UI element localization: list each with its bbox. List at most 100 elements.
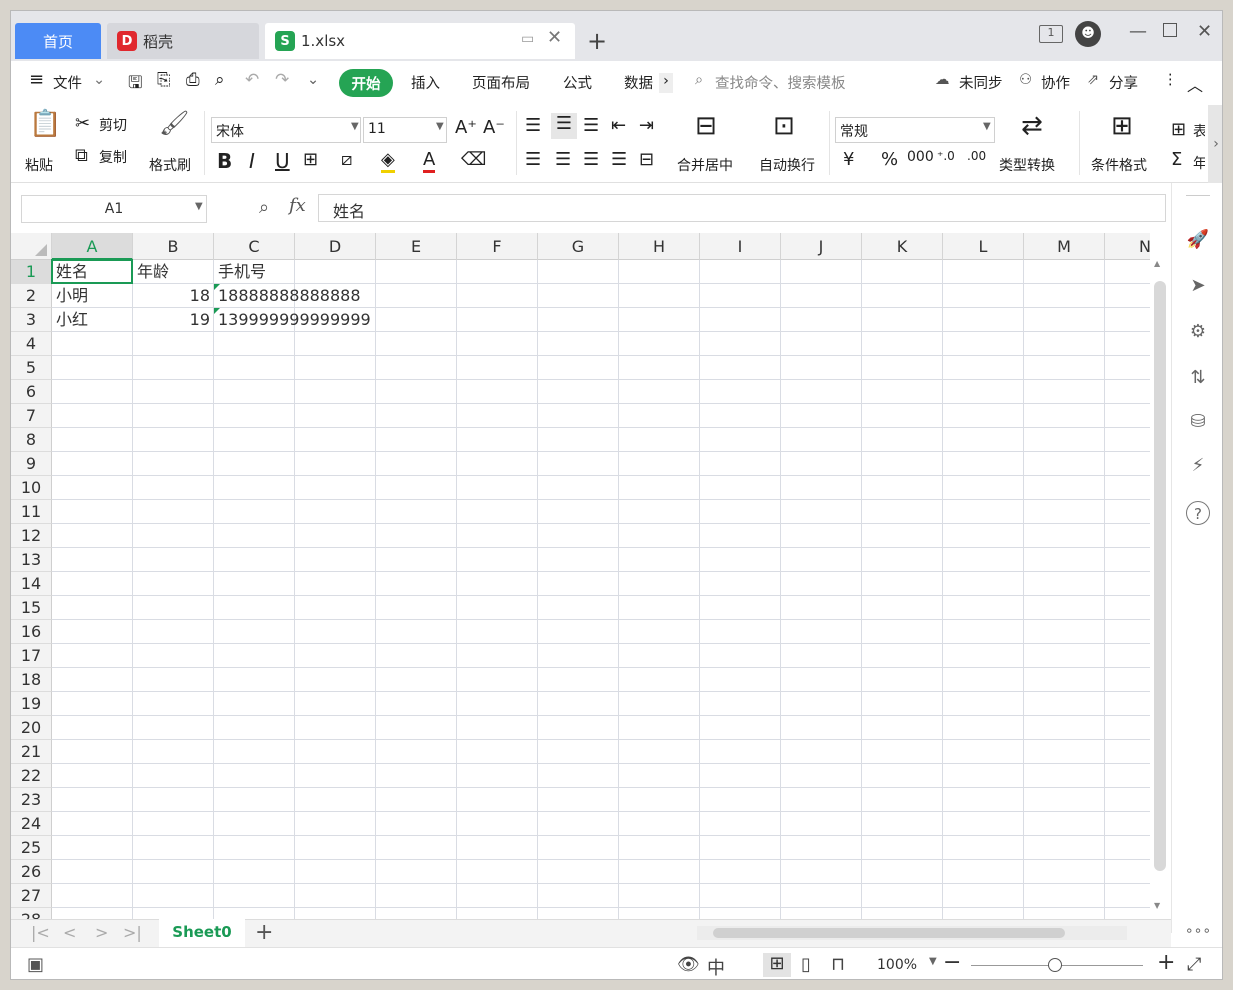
row-header-2[interactable]: 2: [11, 284, 52, 308]
column-header-J[interactable]: J: [781, 233, 862, 260]
border-icon[interactable]: ⊞: [303, 149, 318, 170]
row-header-25[interactable]: 25: [11, 836, 52, 860]
column-header-B[interactable]: B: [133, 233, 214, 260]
cell-B3[interactable]: 19: [133, 308, 210, 332]
cut-button[interactable]: 剪切: [99, 115, 127, 135]
menu-insert[interactable]: 插入: [411, 72, 440, 93]
row-header-19[interactable]: 19: [11, 692, 52, 716]
column-header-K[interactable]: K: [862, 233, 943, 260]
row-header-1[interactable]: 1: [11, 260, 52, 284]
font-name-select[interactable]: 宋体: [211, 117, 361, 143]
hscroll-thumb[interactable]: [713, 928, 1065, 938]
column-header-I[interactable]: I: [700, 233, 781, 260]
row-header-15[interactable]: 15: [11, 596, 52, 620]
shrink-font-icon[interactable]: A⁻: [483, 117, 505, 138]
command-search[interactable]: 查找命令、搜索模板: [715, 72, 846, 93]
increase-decimal-icon[interactable]: ⁺.0: [937, 149, 955, 163]
row-header-20[interactable]: 20: [11, 716, 52, 740]
column-header-D[interactable]: D: [295, 233, 376, 260]
wrap-text-button[interactable]: 自动换行: [759, 155, 815, 175]
help-icon[interactable]: ?: [1186, 501, 1210, 525]
formula-input[interactable]: 姓名: [318, 194, 1166, 222]
page-indicator-icon[interactable]: 1: [1039, 25, 1063, 43]
row-header-23[interactable]: 23: [11, 788, 52, 812]
backup-icon[interactable]: ⛁: [1184, 411, 1212, 439]
column-header-M[interactable]: M: [1024, 233, 1105, 260]
scroll-down-icon[interactable]: ▼: [1154, 901, 1160, 910]
lightning-icon[interactable]: ⚡: [1184, 455, 1212, 483]
print-icon[interactable]: ⎙: [186, 70, 200, 90]
save-icon[interactable]: 🖫: [128, 70, 142, 99]
row-header-28[interactable]: 28: [11, 908, 52, 919]
row-header-8[interactable]: 8: [11, 428, 52, 452]
column-header-L[interactable]: L: [943, 233, 1024, 260]
row-header-13[interactable]: 13: [11, 548, 52, 572]
number-format-select[interactable]: 常规: [835, 117, 995, 143]
align-top-icon[interactable]: ☰: [525, 115, 541, 136]
distributed-icon[interactable]: ⊟: [639, 149, 654, 170]
undo-icon[interactable]: ↶: [245, 70, 259, 90]
chevron-down-icon[interactable]: ▼: [195, 201, 203, 212]
cell-C2[interactable]: 18888888888888: [218, 284, 361, 308]
menu-formula[interactable]: 公式: [563, 72, 592, 93]
add-sheet-button[interactable]: +: [255, 920, 273, 945]
underline-icon[interactable]: U: [275, 149, 290, 173]
rocket-icon[interactable]: 🚀: [1184, 229, 1212, 257]
row-header-21[interactable]: 21: [11, 740, 52, 764]
cell-C1[interactable]: 手机号: [218, 260, 266, 284]
row-header-14[interactable]: 14: [11, 572, 52, 596]
percent-icon[interactable]: %: [881, 149, 898, 170]
row-header-18[interactable]: 18: [11, 668, 52, 692]
name-box[interactable]: A1: [21, 195, 207, 223]
avatar[interactable]: ☻: [1075, 21, 1101, 47]
hamburger-icon[interactable]: ≡: [29, 69, 44, 90]
horizontal-scrollbar[interactable]: [697, 926, 1127, 940]
page-view-icon[interactable]: ▯: [801, 954, 811, 975]
paste-icon[interactable]: 📋: [29, 109, 61, 139]
cell-A3[interactable]: 小红: [56, 308, 88, 332]
column-header-E[interactable]: E: [376, 233, 457, 260]
export-icon[interactable]: ⎘: [157, 70, 171, 90]
normal-view-icon[interactable]: ⊞: [763, 953, 791, 977]
sliders-icon[interactable]: ⚙: [1184, 321, 1212, 349]
align-bottom-icon[interactable]: ☰: [583, 115, 599, 136]
menu-start[interactable]: 开始: [339, 69, 393, 97]
row-header-9[interactable]: 9: [11, 452, 52, 476]
copy-button[interactable]: 复制: [99, 147, 127, 167]
column-header-G[interactable]: G: [538, 233, 619, 260]
row-header-17[interactable]: 17: [11, 644, 52, 668]
row-header-22[interactable]: 22: [11, 764, 52, 788]
row-header-7[interactable]: 7: [11, 404, 52, 428]
format-painter-button[interactable]: 格式刷: [149, 155, 191, 175]
column-header-F[interactable]: F: [457, 233, 538, 260]
conditional-format-button[interactable]: 条件格式: [1091, 155, 1147, 175]
column-header-H[interactable]: H: [619, 233, 700, 260]
row-header-6[interactable]: 6: [11, 380, 52, 404]
menu-more-icon[interactable]: ›: [659, 73, 673, 93]
row-header-27[interactable]: 27: [11, 884, 52, 908]
tab-home[interactable]: 首页: [15, 23, 101, 59]
font-color-icon[interactable]: A: [423, 149, 436, 173]
tab-file[interactable]: S 1.xlsx ▭ ✕: [265, 23, 575, 59]
next-sheet-icon[interactable]: >: [95, 923, 108, 942]
font-size-select[interactable]: 11: [363, 117, 447, 143]
scroll-thumb[interactable]: [1154, 281, 1166, 871]
row-header-5[interactable]: 5: [11, 356, 52, 380]
more-menu-icon[interactable]: ⋮: [1163, 72, 1178, 88]
tab-daoke[interactable]: D 稻壳: [107, 23, 259, 59]
align-left-icon[interactable]: ☰: [525, 149, 541, 170]
row-header-16[interactable]: 16: [11, 620, 52, 644]
more-quick-icon[interactable]: ⌄: [307, 72, 319, 88]
minimize-icon[interactable]: —: [1129, 21, 1147, 42]
close-window-icon[interactable]: ✕: [1197, 21, 1212, 42]
zoom-in-button[interactable]: +: [1157, 950, 1175, 975]
input-method-icon[interactable]: 中: [707, 954, 725, 979]
new-tab-button[interactable]: +: [587, 27, 607, 55]
share-button[interactable]: 分享: [1109, 72, 1138, 93]
column-header-C[interactable]: C: [214, 233, 295, 260]
maximize-icon[interactable]: [1163, 23, 1177, 37]
row-header-24[interactable]: 24: [11, 812, 52, 836]
justify-icon[interactable]: ☰: [611, 149, 627, 170]
collapse-ribbon-icon[interactable]: ︿: [1187, 72, 1203, 96]
zoom-level[interactable]: 100%: [877, 957, 917, 973]
